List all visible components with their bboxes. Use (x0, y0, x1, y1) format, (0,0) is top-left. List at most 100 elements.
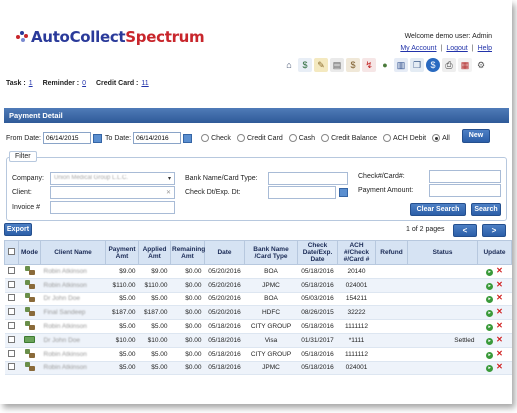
header-status[interactable]: Status (407, 240, 478, 265)
table-row[interactable]: Robin Atkinson $5.00 $5.00 $0.00 05/18/2016 C… (4, 347, 512, 362)
home-icon[interactable]: ⌂ (282, 58, 296, 72)
row-checkbox[interactable] (8, 308, 15, 316)
client-name-cell[interactable]: Dr John Doe (40, 333, 106, 348)
row-checkbox[interactable] (8, 322, 15, 330)
task-count-link[interactable]: 1 (29, 80, 33, 87)
table-row[interactable]: Robin Atkinson $9.00 $9.00 $0.00 05/20/2016 B… (4, 264, 512, 279)
header-payment-amt[interactable]: Payment Amt (105, 240, 139, 265)
table-row[interactable]: Robin Atkinson $5.00 $5.00 $0.00 05/18/2016 J… (4, 361, 512, 376)
approve-icon[interactable]: ▸ (486, 296, 494, 304)
clear-search-button[interactable]: Clear Search (410, 203, 466, 216)
row-checkbox[interactable] (8, 363, 15, 371)
status-cell (407, 305, 478, 321)
delete-icon[interactable]: ✕ (496, 335, 503, 343)
my-account-link[interactable]: My Account (400, 45, 436, 52)
notepad-icon[interactable]: ✎ (314, 58, 328, 72)
table-row[interactable]: Dr John Doe $5.00 $5.00 $0.00 05/20/2016 BOA 0… (4, 292, 512, 307)
delete-icon[interactable]: ✕ (496, 308, 503, 316)
client-name-cell[interactable]: Robin Atkinson (40, 264, 106, 279)
row-checkbox[interactable] (8, 280, 15, 288)
client-name-cell[interactable]: Robin Atkinson (40, 319, 106, 334)
search-button[interactable]: Search (471, 203, 501, 216)
row-checkbox[interactable] (8, 266, 15, 274)
book-icon[interactable]: ▥ (394, 58, 408, 72)
from-date-input[interactable] (43, 132, 92, 144)
company-select[interactable]: Union Medical Group L.L.C. ▾ (50, 172, 175, 185)
new-button[interactable]: New (462, 129, 490, 143)
payment-icon[interactable]: $ (346, 58, 360, 72)
table-row[interactable]: Final Sandeep $187.00 $187.00 $0.00 05/20/20… (4, 305, 512, 321)
delete-icon[interactable]: ✕ (496, 266, 503, 274)
calendar-icon[interactable] (93, 133, 103, 143)
row-checkbox[interactable] (8, 349, 15, 357)
client-name-cell[interactable]: Robin Atkinson (40, 278, 106, 293)
export-button[interactable]: Export (4, 223, 32, 236)
users-icon[interactable]: ● (378, 58, 392, 72)
calendar-icon[interactable]: ▦ (458, 58, 472, 72)
documents-icon[interactable]: ❐ (410, 58, 424, 72)
table-row[interactable]: Dr John Doe $10.00 $10.00 $0.00 05/18/2016 Vi… (4, 333, 512, 348)
radio-check[interactable] (201, 134, 210, 142)
calendar-icon[interactable] (183, 133, 193, 143)
check-date-input[interactable] (268, 186, 336, 199)
approve-icon[interactable]: ▸ (486, 324, 494, 332)
print-icon[interactable]: ⎙ (442, 58, 456, 72)
bank-input[interactable] (268, 172, 348, 185)
calendar-icon[interactable] (339, 188, 348, 197)
settings-icon[interactable]: ⚙ (474, 58, 488, 72)
approve-icon[interactable]: ▸ (486, 351, 494, 359)
radio-all[interactable] (432, 134, 441, 142)
client-name-cell[interactable]: Robin Atkinson (40, 347, 106, 362)
header-refund[interactable]: Refund (375, 240, 408, 265)
payment-amount-input[interactable] (429, 184, 501, 197)
edit-icon[interactable]: ▤ (330, 58, 344, 72)
filter-tab[interactable]: Filter (9, 151, 37, 162)
approve-icon[interactable]: ▸ (486, 310, 494, 318)
radio-credit-balance[interactable] (321, 134, 330, 142)
delete-icon[interactable]: ✕ (496, 322, 503, 330)
credit-card-count-link[interactable]: 11 (141, 80, 148, 87)
header-bank-name[interactable]: Bank Name /Card Type (244, 240, 298, 265)
client-input[interactable]: ✕ (50, 186, 175, 199)
bank-cell: Visa (244, 333, 298, 348)
dollar-icon[interactable]: $ (426, 58, 440, 72)
approve-icon[interactable]: ▸ (486, 365, 494, 373)
header-applied-amt[interactable]: Applied Amt (138, 240, 171, 265)
logout-link[interactable]: Logout (446, 45, 467, 52)
header-date[interactable]: Date (204, 240, 245, 265)
header-client-name[interactable]: Client Name (40, 240, 106, 265)
radio-ach-debit[interactable] (383, 134, 391, 142)
client-name-cell[interactable]: Final Sandeep (40, 305, 106, 321)
approve-icon[interactable]: ▸ (486, 268, 494, 276)
invoice-input[interactable] (50, 201, 175, 214)
pager-text: 1 of 2 pages (406, 226, 445, 233)
row-checkbox[interactable] (8, 294, 15, 302)
table-row[interactable]: Robin Atkinson $110.00 $110.00 $0.00 05/20/2… (4, 278, 512, 293)
delete-icon[interactable]: ✕ (496, 363, 503, 371)
header-mode[interactable]: Mode (18, 240, 41, 265)
header-ach-number[interactable]: ACH #/Check #/Card # (337, 240, 376, 265)
to-date-input[interactable] (133, 132, 182, 144)
next-page-button[interactable]: > (482, 224, 506, 237)
check-number-input[interactable] (429, 170, 501, 183)
table-row[interactable]: Robin Atkinson $5.00 $5.00 $0.00 05/18/2016 C… (4, 319, 512, 334)
bank-cell: CITY GROUP (244, 319, 298, 334)
delete-icon[interactable]: ✕ (496, 280, 503, 288)
select-all-checkbox[interactable] (8, 248, 15, 255)
help-link[interactable]: Help (478, 45, 492, 52)
invoice-icon[interactable]: $ (298, 58, 312, 72)
client-name-cell[interactable]: Dr John Doe (40, 292, 106, 307)
radio-credit-card[interactable] (236, 134, 245, 142)
delete-icon[interactable]: ✕ (496, 349, 503, 357)
reminder-count-link[interactable]: 0 (82, 80, 86, 87)
row-checkbox[interactable] (8, 335, 15, 343)
client-name-cell[interactable]: Robin Atkinson (40, 361, 106, 376)
approve-icon[interactable]: ▸ (486, 282, 494, 290)
prev-page-button[interactable]: < (453, 224, 477, 237)
header-remaining-amt[interactable]: Remaining Amt (170, 240, 205, 265)
delete-icon[interactable]: ✕ (496, 294, 503, 302)
approve-icon[interactable]: ▸ (486, 337, 494, 345)
header-check-date[interactable]: Check Date/Exp. Date (297, 240, 338, 265)
radio-cash[interactable] (288, 134, 297, 142)
collection-icon[interactable]: ↯ (362, 58, 376, 72)
